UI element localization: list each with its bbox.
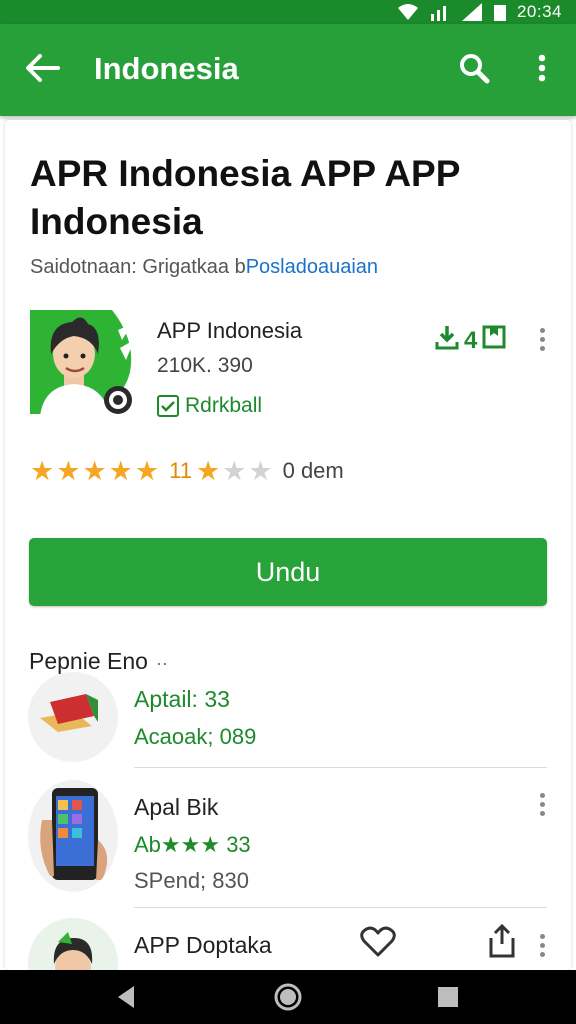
nav-recent-icon[interactable] [428,982,468,1012]
section-more[interactable]: ·· [156,653,168,673]
list-thumbnail [28,918,118,970]
download-count: 4 [464,326,478,354]
signal-icon [429,3,451,21]
back-button[interactable] [20,50,64,90]
category-badge[interactable]: Rdrkball [157,392,262,420]
star-icon: ★ [108,456,133,486]
section-title: Pepnie Eno ·· [29,648,168,675]
overflow-menu-button[interactable] [526,48,558,92]
rating-row: ★ ★ ★ ★ ★ 11 ★ ★ ★ 0 dem [30,456,344,486]
app-bar: Indonesia [0,24,576,116]
star-icon: ★ [82,456,107,486]
battery-icon [493,3,507,21]
list-item[interactable]: Aptail: 33 Acaoak; 089 [26,672,551,782]
status-clock: 20:34 [516,2,562,21]
app-name: APP Indonesia [157,318,303,343]
star-empty-icon: ★ [248,456,273,486]
app-title: APR Indonesia APP APP Indonesia [30,153,460,242]
list-divider [134,907,547,908]
cell-signal-icon [461,3,483,21]
app-icon [30,310,136,416]
list-item-title: APP Doptaka [134,932,272,958]
app-bar-title: Indonesia [94,51,239,86]
list-item-subtitle: Ab★★★ 33 [134,832,251,857]
bookmark-icon [481,324,507,357]
list-item-more-vert-icon[interactable] [532,787,552,821]
heart-icon[interactable] [360,926,396,958]
nav-home-icon[interactable] [268,982,308,1012]
app-subtitle: Saidotnaan: Grigatkaa bPosladoauaian [30,256,378,279]
list-item[interactable]: Apal Bik Ab★★★ 33 SPend; 830 [26,780,551,893]
system-nav-bar [0,970,576,1024]
list-item-title: Apal Bik [134,794,219,820]
list-item-more-vert-icon[interactable] [532,928,552,962]
list-thumbnail [28,672,118,762]
section-title-text: Pepnie Eno [29,648,148,674]
subtitle-text: Saidotnaan: Grigatkaa b [30,256,246,278]
share-icon[interactable] [486,923,518,958]
status-bar: 20:34 [0,0,576,24]
search-button[interactable] [452,48,496,92]
rating-count: 11 [169,458,192,483]
star-icon: ★ [195,456,221,486]
app-size: 210K. 390 [157,354,253,377]
wifi-icon [397,3,419,21]
list-divider [134,767,547,768]
list-item-meta: SPend; 830 [134,868,249,893]
list-item-subtitle: Acaoak; 089 [134,724,257,749]
more-vert-icon [538,54,546,87]
install-button[interactable]: Undu [29,538,547,606]
list-item[interactable]: APP Doptaka [26,918,551,970]
app-more-vert-icon[interactable] [532,322,552,356]
list-item-title: Aptail: 33 [134,686,230,712]
rating-suffix: 0 dem [282,458,344,483]
star-icon: ★ [56,456,81,486]
list-thumbnail [28,780,118,892]
badge-label: Rdrkball [185,394,263,417]
status-icons: 20:34 [397,2,562,22]
check-box-icon [157,395,179,417]
star-icon: ★ [30,456,55,486]
search-icon [458,52,490,89]
developer-link[interactable]: Posladoauaian [246,256,378,278]
star-empty-icon: ★ [222,456,247,486]
download-stat[interactable]: 4 [434,324,507,357]
star-icon: ★ [134,456,160,486]
download-icon [434,324,460,357]
back-arrow-icon [24,53,60,88]
nav-back-icon[interactable] [106,982,146,1012]
